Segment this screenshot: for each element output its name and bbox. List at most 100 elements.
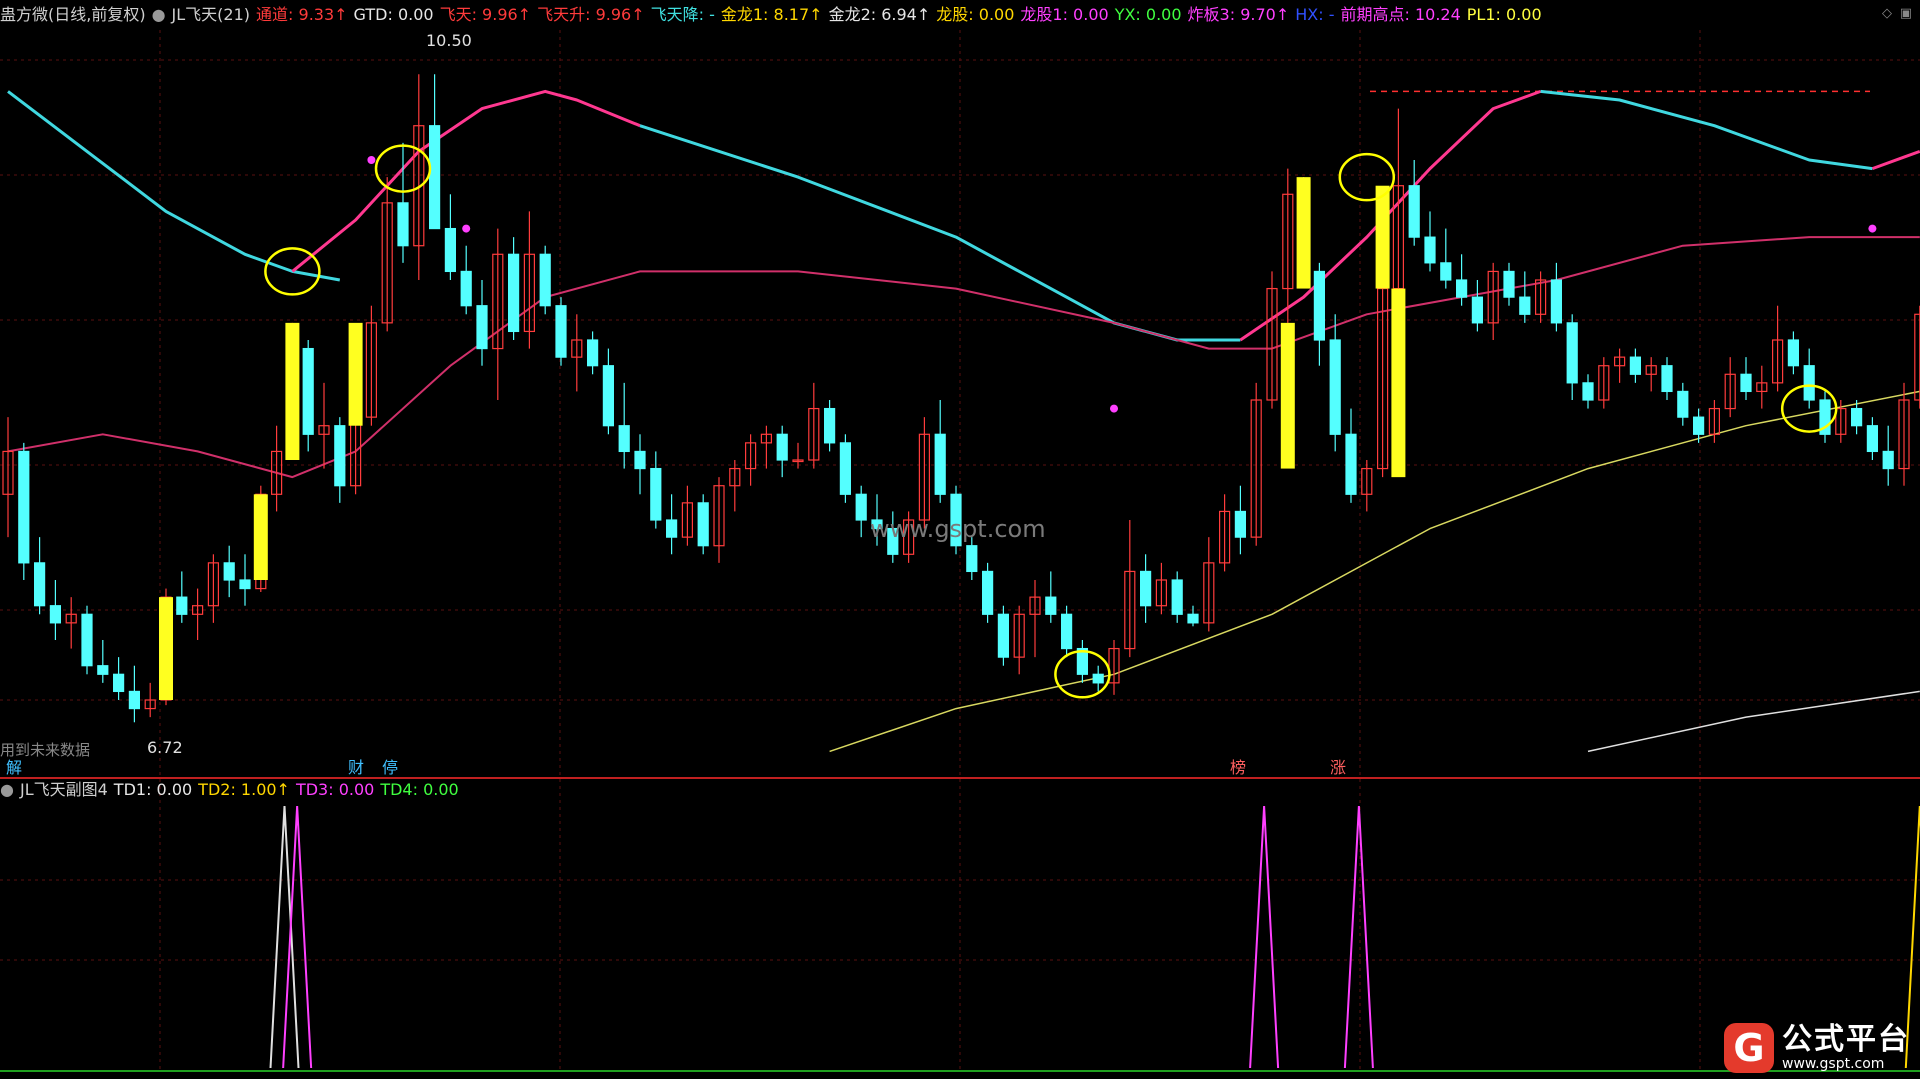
settings-circle-icon[interactable]: ● bbox=[0, 779, 14, 801]
candle-body-92 bbox=[1455, 279, 1468, 298]
candle-body-107 bbox=[1692, 416, 1705, 435]
candle-body-15 bbox=[239, 579, 251, 590]
candle-body-29 bbox=[460, 270, 472, 307]
future-data-note: 用到未来数据 bbox=[0, 741, 90, 759]
candle-body-37 bbox=[586, 339, 599, 367]
grid bbox=[0, 30, 1920, 1070]
candle-body-41 bbox=[650, 467, 662, 521]
app-title[interactable]: 蛊方微(日线,前复权) bbox=[0, 4, 146, 26]
chart-stage[interactable]: 10.50 6.72 用到未来数据 www.gspt.com 解 财 停 榜 涨… bbox=[0, 0, 1920, 1079]
main-legend: 蛊方微(日线,前复权) ● JL飞天(21) 通道: 9.33↑ GTD: 0.0… bbox=[0, 4, 1554, 26]
candle-body-14 bbox=[223, 562, 235, 581]
candle-body-52 bbox=[823, 407, 836, 444]
sub-spike-2 bbox=[1249, 805, 1280, 1069]
candle-body-105 bbox=[1661, 365, 1673, 393]
sub-indicator-name[interactable]: JL飞天副图4 bbox=[20, 779, 108, 801]
sub-chart[interactable] bbox=[269, 805, 1920, 1069]
candle-body-78 bbox=[1234, 510, 1247, 538]
settings-circle-icon[interactable]: ● bbox=[152, 4, 166, 26]
brand-url: www.gspt.com bbox=[1782, 1056, 1885, 1072]
candle-body-93 bbox=[1471, 296, 1484, 324]
candle-body-106 bbox=[1677, 390, 1689, 418]
signal-circle-3 bbox=[1338, 152, 1396, 202]
candle-body-42 bbox=[665, 519, 678, 538]
line-cyan3 bbox=[1540, 89, 1873, 171]
signal-bar-7 bbox=[1375, 185, 1390, 289]
signal-bar-1 bbox=[253, 494, 268, 580]
legend-item-8: 龙股1: 0.00 bbox=[1020, 5, 1109, 24]
line-cyan2 bbox=[639, 124, 1241, 342]
line-magenta bbox=[291, 89, 641, 273]
legend-item-1: GTD: 0.00 bbox=[353, 5, 434, 24]
candle-body-114 bbox=[1803, 365, 1815, 401]
signal-bar-0 bbox=[159, 597, 173, 700]
magenta-dot-2 bbox=[1110, 404, 1118, 413]
candle-body-11 bbox=[176, 596, 188, 615]
legend-item-9: YX: 0.00 bbox=[1114, 5, 1182, 24]
event-tag-cai[interactable]: 财 bbox=[348, 758, 364, 777]
candle-body-96 bbox=[1519, 296, 1531, 315]
candle-body-75 bbox=[1187, 613, 1199, 624]
event-tag-ting[interactable]: 停 bbox=[382, 758, 398, 777]
candle-body-25 bbox=[397, 202, 409, 247]
candle-body-84 bbox=[1329, 339, 1341, 435]
signal-bar-5 bbox=[1280, 322, 1295, 469]
low-price-label: 6.72 bbox=[147, 738, 183, 757]
sub-legend-items: TD1: 0.00 TD2: 1.00↑ TD3: 0.00 TD4: 0.00 bbox=[114, 779, 465, 801]
legend-item-2: 飞天: 9.96↑ bbox=[439, 5, 532, 24]
candle-body-44 bbox=[697, 502, 709, 547]
brand-title: 公式平台 bbox=[1782, 1022, 1910, 1057]
candle-body-110 bbox=[1740, 373, 1752, 393]
line-magenta3 bbox=[1871, 149, 1920, 171]
event-tag-jie[interactable]: 解 bbox=[6, 758, 22, 777]
maximize-icon[interactable]: ▣ bbox=[1900, 6, 1912, 21]
candle-body-34 bbox=[539, 253, 551, 307]
diamond-icon[interactable]: ◇ bbox=[1882, 6, 1892, 21]
legend-item-3: 飞天升: 9.96↑ bbox=[537, 5, 645, 24]
candle-body-39 bbox=[618, 425, 630, 453]
candle-body-19 bbox=[302, 347, 314, 435]
candle-body-40 bbox=[634, 450, 646, 470]
candle-body-90 bbox=[1424, 236, 1436, 264]
main-chart[interactable]: 10.50 6.72 用到未来数据 www.gspt.com 解 财 停 榜 涨 bbox=[0, 0, 1920, 1079]
candle-body-61 bbox=[966, 545, 978, 573]
candle-body-6 bbox=[97, 665, 109, 675]
line-magenta2 bbox=[1239, 89, 1542, 342]
sub-legend-item-3: TD4: 0.00 bbox=[380, 780, 459, 799]
candle-body-7 bbox=[112, 673, 125, 693]
watermark: www.gspt.com bbox=[870, 515, 1046, 543]
candle-body-100 bbox=[1582, 382, 1594, 401]
legend-item-7: 龙股: 0.00 bbox=[936, 5, 1015, 24]
candle-body-27 bbox=[429, 125, 441, 230]
event-tag-bang[interactable]: 榜 bbox=[1230, 758, 1246, 777]
candle-body-69 bbox=[1092, 673, 1104, 684]
candle-body-66 bbox=[1045, 596, 1057, 615]
candle-body-2 bbox=[33, 562, 46, 607]
candle-body-91 bbox=[1440, 262, 1452, 281]
candle-body-67 bbox=[1060, 613, 1073, 650]
candle-body-28 bbox=[444, 227, 456, 273]
sub-legend-item-0: TD1: 0.00 bbox=[113, 780, 193, 799]
candle-body-21 bbox=[334, 425, 346, 487]
candle-body-118 bbox=[1866, 425, 1879, 453]
candle-body-74 bbox=[1171, 579, 1183, 615]
magenta-dot-3 bbox=[1868, 224, 1877, 233]
brand-badge: G 公式平台 www.gspt.com bbox=[1724, 1023, 1910, 1073]
magenta-dot-0 bbox=[367, 156, 376, 164]
candle-body-35 bbox=[555, 305, 567, 358]
legend-item-12: 前期高点: 10.24 bbox=[1340, 5, 1461, 24]
indicator-name[interactable]: JL飞天(21) bbox=[172, 4, 250, 26]
legend-item-10: 炸板3: 9.70↑ bbox=[1187, 5, 1290, 24]
sub-legend-item-2: TD3: 0.00 bbox=[295, 780, 375, 799]
candle-body-85 bbox=[1345, 433, 1357, 495]
legend-item-6: 金龙2: 6.94↑ bbox=[828, 5, 931, 24]
legend-item-4: 飞天降: - bbox=[650, 5, 715, 24]
candle-body-5 bbox=[81, 613, 93, 667]
candle-body-49 bbox=[776, 433, 788, 461]
candle-body-1 bbox=[18, 450, 30, 564]
candle-body-113 bbox=[1787, 339, 1800, 367]
magenta-dot-1 bbox=[462, 224, 471, 233]
sub-legend: ● JL飞天副图4 TD1: 0.00 TD2: 1.00↑ TD3: 0.00 TD… bbox=[0, 779, 471, 801]
event-tag-zhang[interactable]: 涨 bbox=[1330, 758, 1346, 777]
legend-item-11: HX: - bbox=[1295, 5, 1335, 24]
